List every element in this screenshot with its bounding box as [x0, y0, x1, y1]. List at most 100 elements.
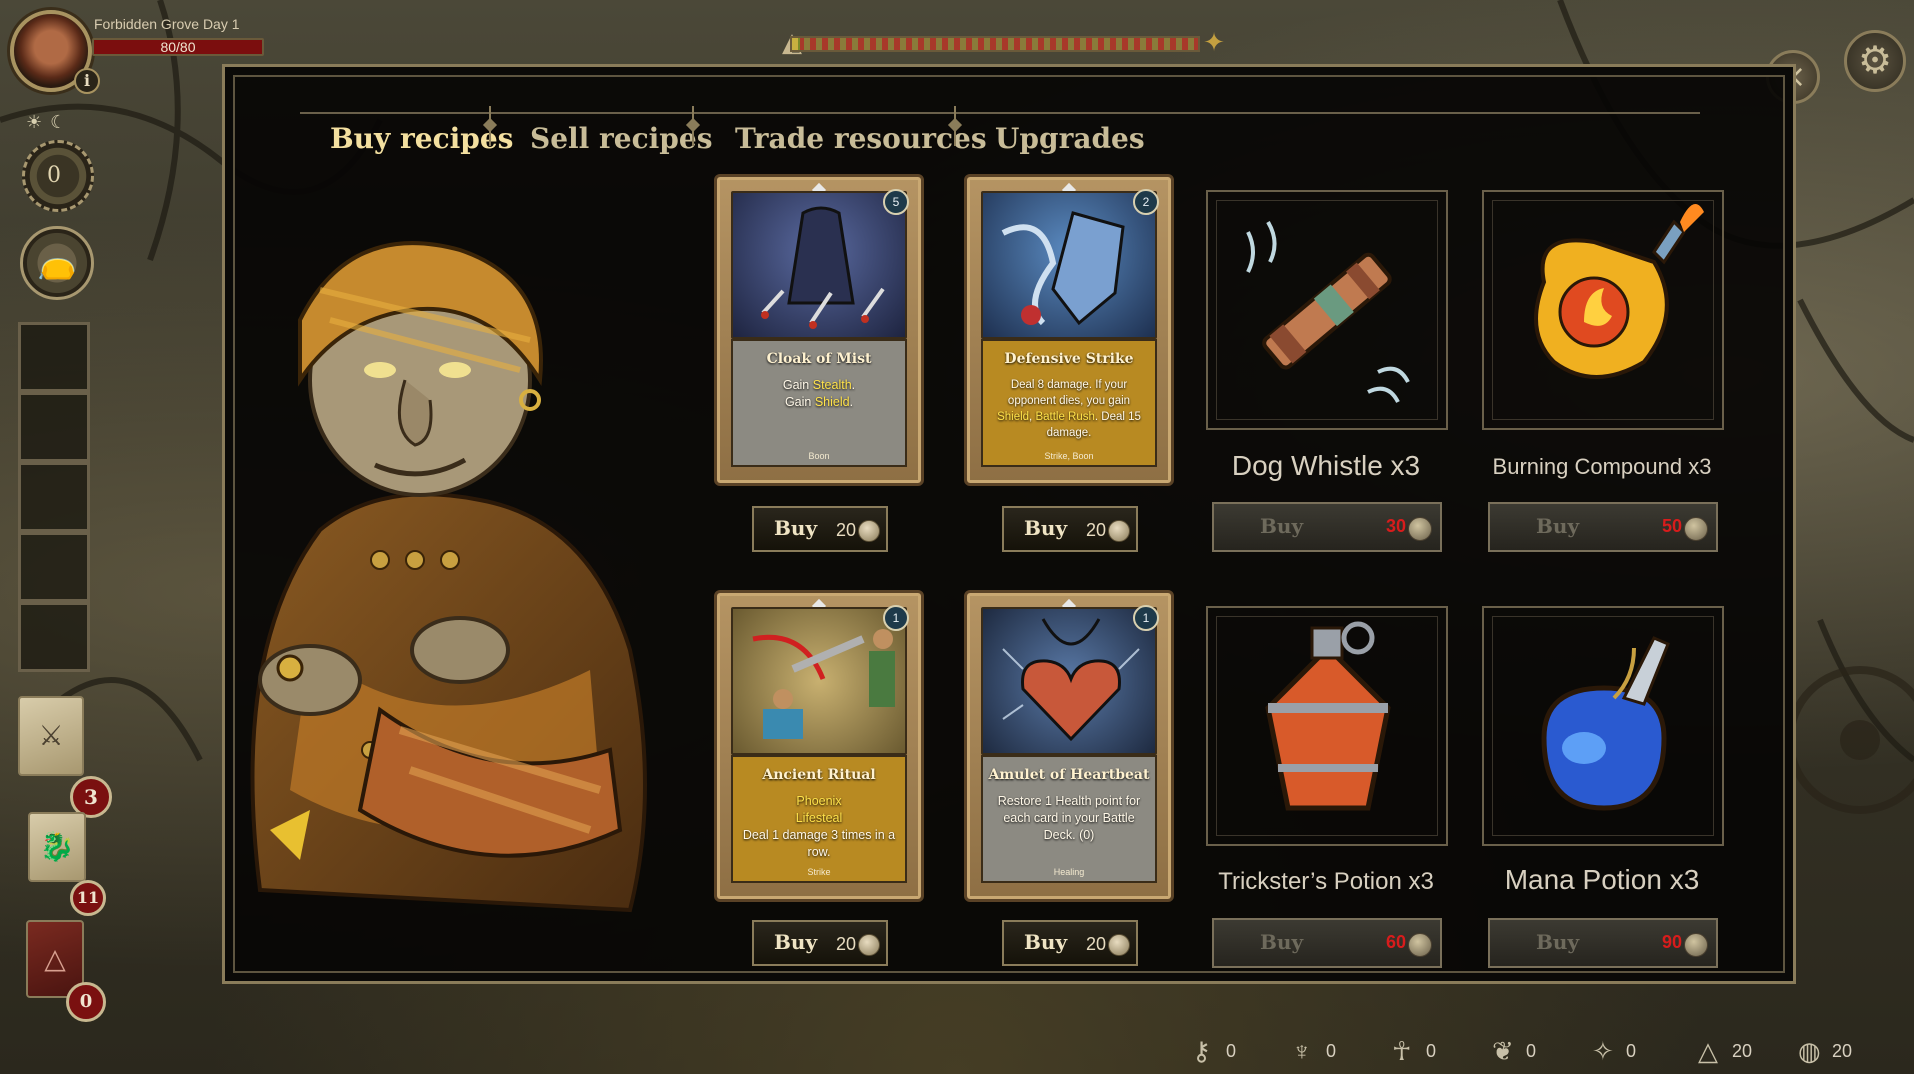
tab-separator — [485, 106, 495, 146]
recipe-card-defensive-strike[interactable]: 2 Defensive Strike Deal 8 damage. If you… — [964, 174, 1174, 486]
location-label: Forbidden Grove Day 1 — [94, 16, 240, 32]
keyword-lifesteal: Lifesteal — [795, 811, 843, 825]
bestiary-count-badge: 11 — [70, 880, 106, 916]
card-body: Amulet of Heartbeat Restore 1 Health poi… — [981, 755, 1157, 883]
resource-count: 0 — [1426, 1041, 1437, 1061]
chalice-icon: ♆ — [1292, 1036, 1312, 1066]
buy-label: Buy — [774, 930, 818, 954]
price-value: 20 — [835, 934, 856, 954]
card-body: Ancient Ritual Phoenix Lifesteal Deal 1 … — [731, 755, 907, 883]
dog-whistle-icon — [1246, 220, 1410, 403]
key-icon: ⚷ — [1192, 1036, 1212, 1066]
ritual-art-icon — [731, 607, 907, 755]
resource-count: 0 — [1626, 1041, 1637, 1061]
buy-recipe-button[interactable]: Buy 20 — [1002, 920, 1138, 966]
item-frame-mana-potion[interactable] — [1482, 606, 1724, 846]
shield-art-icon — [981, 191, 1157, 339]
health-value: 80/80 — [160, 39, 196, 55]
item-frame-burning-compound[interactable] — [1482, 190, 1724, 430]
item-frame-tricksters-potion[interactable] — [1206, 606, 1448, 846]
price-value: 50 — [1661, 516, 1682, 536]
equipment-slot[interactable] — [18, 532, 90, 602]
bestiary-button[interactable]: 🐉 — [28, 812, 86, 882]
card-tag: Strike, Boon — [1044, 451, 1094, 461]
mana-cost: 1 — [883, 605, 909, 631]
recipe-card-ancient-ritual[interactable]: 1 Ancient Ritual Phoenix Lifesteal Deal … — [714, 590, 924, 902]
battle-deck-button[interactable]: ⚔ — [18, 696, 84, 776]
buy-label: Buy — [1536, 930, 1580, 954]
mana-potion-icon — [1541, 636, 1670, 811]
price-value: 20 — [1085, 520, 1106, 540]
card-description: Gain Stealth. Gain Shield. — [739, 377, 899, 411]
coin-icon — [1108, 520, 1130, 542]
recipe-card-cloak-of-mist[interactable]: 5 Cloak of Mist Gain Stealth. Gain Shiel… — [714, 174, 924, 486]
desc-text: Gain — [784, 395, 815, 409]
card-tag: Strike — [807, 867, 831, 877]
settings-gear-icon[interactable]: ⚙ — [1844, 30, 1906, 92]
coin-icon — [1408, 517, 1432, 541]
resource-keys: ⚷ 0 — [1192, 1036, 1236, 1067]
buy-label: Buy — [774, 516, 818, 540]
keyword-stealth: Stealth — [812, 378, 852, 392]
item-name: Dog Whistle x3 — [1231, 450, 1421, 481]
buy-recipe-button[interactable]: Buy 20 — [752, 920, 888, 966]
price-value: 20 — [835, 520, 856, 540]
desc-text: Restore 1 Health point for each card in … — [997, 794, 1141, 842]
tab-rail-divider — [300, 112, 1700, 114]
card-body: Defensive Strike Deal 8 damage. If your … — [981, 339, 1157, 467]
resource-count: 0 — [1326, 1041, 1337, 1061]
resource-crystal: ✧ 0 — [1592, 1036, 1636, 1067]
item-name: Trickster’s Potion x3 — [1218, 868, 1434, 895]
tab-trade-resources[interactable]: Trade resources — [735, 122, 987, 155]
info-icon[interactable]: i — [74, 68, 100, 94]
resource-count: 0 — [1226, 1041, 1237, 1061]
buy-item-button[interactable]: Buy 50 — [1488, 502, 1718, 552]
buy-item-button[interactable]: Buy 30 — [1212, 502, 1442, 552]
recipe-card-amulet-of-heartbeat[interactable]: 1 Amulet of Heartbeat Restore 1 Health p… — [964, 590, 1174, 902]
coin-icon — [858, 520, 880, 542]
buy-label: Buy — [1260, 514, 1304, 538]
coin-icon: ◍ — [1798, 1036, 1821, 1066]
mana-cost: 2 — [1133, 189, 1159, 215]
inventory-bag-icon[interactable]: 👝 — [20, 226, 94, 300]
desc-text: Deal 1 damage 3 times in a row. — [742, 828, 896, 859]
day-progress-fill — [792, 38, 801, 50]
buy-item-button[interactable]: Buy 60 — [1212, 918, 1442, 968]
coin-icon — [1684, 933, 1708, 957]
card-title: Ancient Ritual — [762, 767, 876, 783]
card-title: Cloak of Mist — [766, 351, 872, 367]
turn-counter-value: 0 — [47, 163, 61, 188]
pyramid-icon: △ — [1698, 1036, 1718, 1066]
boss-marker-icon[interactable]: ✦ — [1196, 26, 1232, 62]
buy-recipe-button[interactable]: Buy 20 — [1002, 506, 1138, 552]
item-frame-dog-whistle[interactable] — [1206, 190, 1448, 430]
tab-upgrades[interactable]: Upgrades — [995, 122, 1145, 155]
burning-compound-icon — [1534, 204, 1704, 379]
equipment-slot[interactable] — [18, 602, 90, 672]
card-title: Defensive Strike — [1004, 351, 1134, 367]
day-progress-bar — [790, 36, 1200, 52]
card-title: Amulet of Heartbeat — [988, 767, 1150, 783]
hero-portrait[interactable]: i — [10, 10, 100, 94]
card-description: Phoenix Lifesteal Deal 1 damage 3 times … — [739, 793, 899, 861]
buy-label: Buy — [1024, 516, 1068, 540]
buy-item-button[interactable]: Buy 90 — [1488, 918, 1718, 968]
buy-recipe-button[interactable]: Buy 20 — [752, 506, 888, 552]
equipment-slot[interactable] — [18, 462, 90, 532]
buy-label: Buy — [1024, 930, 1068, 954]
tab-sell-recipes[interactable]: Sell recipes — [530, 122, 712, 155]
equipment-slot[interactable] — [18, 322, 90, 392]
resource-count: 0 — [1526, 1041, 1537, 1061]
tricksters-potion-icon — [1265, 621, 1391, 811]
price-value: 30 — [1385, 516, 1406, 536]
tab-separator — [950, 106, 960, 146]
amulet-art-icon — [981, 607, 1157, 755]
card-description: Restore 1 Health point for each card in … — [989, 793, 1149, 844]
item-name: Burning Compound x3 — [1492, 454, 1712, 479]
equipment-slot[interactable] — [18, 392, 90, 462]
resource-coins: ◍ 20 — [1798, 1036, 1852, 1067]
health-bar: 80/80 — [92, 38, 264, 56]
mana-cost: 1 — [1133, 605, 1159, 631]
resource-herb: ❦ 0 — [1492, 1036, 1536, 1067]
resource-ankh: ☥ 0 — [1392, 1036, 1436, 1067]
